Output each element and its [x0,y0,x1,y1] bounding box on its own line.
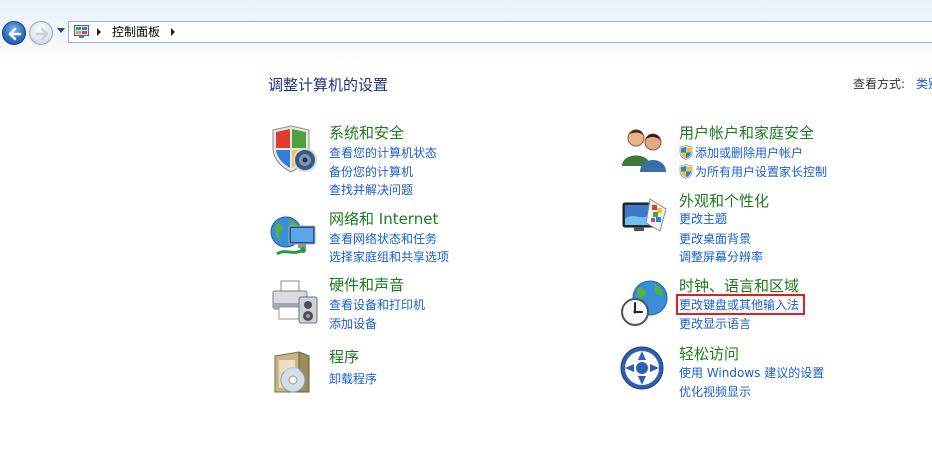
link-change-theme[interactable]: 更改主题 [679,211,727,227]
view-by-label: 查看方式: [853,77,906,91]
link-homegroup-sharing[interactable]: 选择家庭组和共享选项 [329,249,449,265]
back-button[interactable] [2,21,26,45]
category-ease-of-access-title[interactable]: 轻松访问 [679,345,739,363]
uac-shield-icon [679,164,693,179]
link-view-computer-status[interactable]: 查看您的计算机状态 [329,145,437,161]
category-hardware-title[interactable]: 硬件和声音 [329,276,404,294]
ease-of-access-icon[interactable] [620,346,670,396]
page-title: 调整计算机的设置 [268,76,389,94]
appearance-monitor-icon[interactable] [620,193,670,243]
link-uninstall-program[interactable]: 卸载程序 [329,371,377,387]
printer-hardware-icon[interactable] [269,277,319,327]
link-backup-computer[interactable]: 备份您的计算机 [329,164,413,180]
category-clock-region-title[interactable]: 时钟、语言和区域 [679,277,799,295]
arrow-right-icon [35,27,49,41]
link-adjust-resolution[interactable]: 调整屏幕分辨率 [679,249,763,265]
breadcrumb-separator-icon[interactable] [171,28,175,36]
link-recommended-settings[interactable]: 使用 Windows 建议的设置 [679,365,824,381]
category-user-accounts-title[interactable]: 用户帐户和家庭安全 [679,124,814,142]
link-add-device[interactable]: 添加设备 [329,316,377,332]
clock-globe-icon[interactable] [620,278,670,328]
breadcrumb-control-panel[interactable]: 控制面板 [112,25,160,39]
link-optimize-video-display[interactable]: 优化视频显示 [679,384,751,400]
arrow-left-icon [8,27,22,41]
link-change-desktop-background[interactable]: 更改桌面背景 [679,231,751,247]
category-network-title[interactable]: 网络和 Internet [329,210,438,228]
control-panel-icon [74,25,89,38]
forward-button[interactable] [29,21,53,45]
link-troubleshoot[interactable]: 查找并解决问题 [329,182,413,198]
category-programs-title[interactable]: 程序 [329,348,359,366]
recent-pages-dropdown-icon[interactable] [57,28,65,33]
users-accounts-icon[interactable] [620,124,670,174]
link-devices-printers[interactable]: 查看设备和打印机 [329,297,425,313]
category-system-security-title[interactable]: 系统和安全 [329,124,404,142]
address-bar: 控制面板 [0,0,932,62]
view-by-dropdown[interactable]: 类别 [916,75,932,92]
link-parental-controls[interactable]: 为所有用户设置家长控制 [695,164,827,180]
shield-system-security-icon[interactable] [269,124,319,174]
link-network-status[interactable]: 查看网络状态和任务 [329,231,437,247]
address-field[interactable]: 控制面板 [68,21,932,43]
category-appearance-title[interactable]: 外观和个性化 [679,192,769,210]
link-add-remove-accounts[interactable]: 添加或删除用户帐户 [695,145,803,161]
programs-box-icon[interactable] [269,346,319,396]
highlight-box [676,294,805,315]
breadcrumb-separator-icon[interactable] [97,28,101,36]
link-change-display-language[interactable]: 更改显示语言 [679,316,751,332]
uac-shield-icon [679,145,693,160]
globe-network-icon[interactable] [269,212,319,262]
